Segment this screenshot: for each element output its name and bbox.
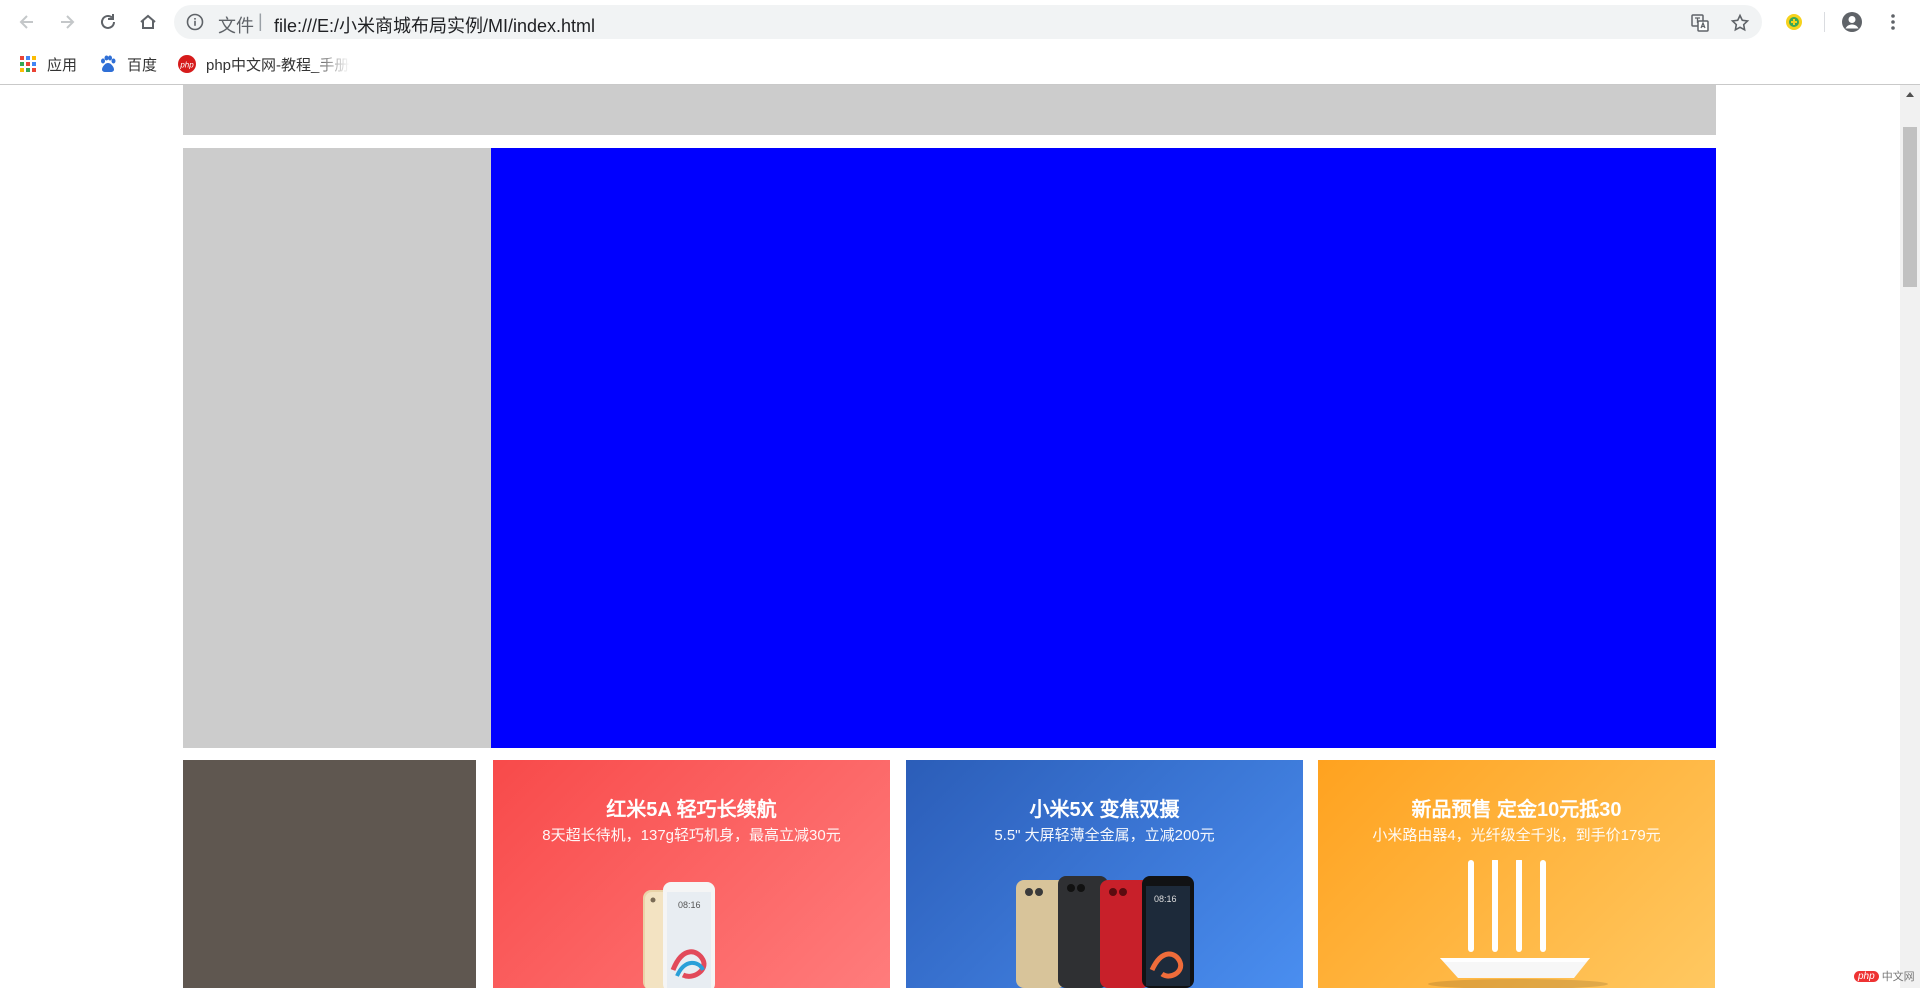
svg-text:08:16: 08:16 [1154, 894, 1177, 904]
extension-button[interactable] [1781, 9, 1807, 35]
url-separator: | [258, 11, 263, 31]
svg-text:08:16: 08:16 [678, 900, 701, 910]
promo-title: 红米5A 轻巧长续航 [606, 799, 777, 821]
svg-text:php: php [179, 61, 194, 70]
phones-image-icon: 08:16 [1016, 876, 1194, 988]
bookmark-overflow-fade [310, 52, 350, 76]
promo-card-redmi-5a[interactable]: 红米5A 轻巧长续航 8天超长待机，137g轻巧机身，最高立减30元 08:16 [493, 760, 890, 988]
watermark-logo: php [1854, 970, 1879, 982]
site-header-placeholder [183, 85, 1716, 135]
scroll-up-arrow-icon[interactable] [1900, 85, 1920, 103]
main-banner-placeholder[interactable] [491, 148, 1716, 748]
back-button[interactable] [11, 6, 43, 38]
star-icon [1730, 13, 1750, 32]
forward-arrow-icon [61, 15, 75, 29]
menu-button[interactable] [1880, 9, 1906, 35]
page-scrollbar[interactable] [1900, 85, 1920, 988]
browser-toolbar: 文件 | file:///E:/小米商城布局实例/MI/index.html [0, 0, 1920, 44]
url-scheme-label: 文件 [218, 16, 254, 36]
baidu-paw-icon [99, 55, 117, 73]
reload-icon [101, 14, 115, 29]
info-icon[interactable] [186, 13, 204, 31]
home-icon [140, 14, 156, 29]
scroll-thumb[interactable] [1903, 127, 1917, 287]
promo-card-router-4[interactable]: 新品预售 定金10元抵30 小米路由器4，光纤级全千兆，到手价179元 [1318, 760, 1715, 988]
forward-button[interactable] [51, 6, 83, 38]
extension-icon [1786, 14, 1802, 30]
watermark-text: 中文网 [1881, 971, 1915, 983]
bookmark-label: 百度 [127, 56, 158, 74]
promo-title: 新品预售 定金10元抵30 [1411, 799, 1622, 821]
translate-button[interactable] [1689, 12, 1711, 34]
bookmark-apps[interactable]: 应用 [19, 52, 77, 76]
bookmark-label: 应用 [47, 56, 78, 74]
reload-button[interactable] [92, 6, 124, 38]
apps-grid-icon [19, 55, 37, 73]
more-vert-icon [1891, 14, 1895, 30]
promo-card-mi-5x[interactable]: 小米5X 变焦双摄 5.5" 大屏轻薄全金属，立减200元 08:16 [906, 760, 1303, 988]
bookmarks-bar: 应用 百度 php php中文网-教程_手册 [0, 44, 1920, 85]
home-button[interactable] [132, 6, 164, 38]
phone-image-icon: 08:16 [643, 882, 715, 988]
back-arrow-icon [19, 15, 33, 29]
page-viewport: 红米5A 轻巧长续航 8天超长待机，137g轻巧机身，最高立减30元 08:16… [0, 85, 1900, 988]
promo-subtitle: 5.5" 大屏轻薄全金属，立减200元 [994, 827, 1215, 844]
router-image-icon [1428, 860, 1608, 988]
php-watermark: php 中文网 [1854, 968, 1915, 984]
profile-button[interactable] [1839, 9, 1865, 35]
sub-nav-box-placeholder [183, 760, 476, 988]
category-sidebar-placeholder [183, 148, 491, 748]
promo-subtitle: 8天超长待机，137g轻巧机身，最高立减30元 [542, 827, 841, 844]
promo-subtitle: 小米路由器4，光纤级全千兆，到手价179元 [1372, 827, 1661, 844]
bookmark-baidu[interactable]: 百度 [99, 52, 157, 76]
url-text[interactable]: file:///E:/小米商城布局实例/MI/index.html [274, 12, 595, 38]
promo-title: 小米5X 变焦双摄 [1029, 799, 1180, 821]
php-logo-icon: php [178, 55, 196, 73]
translate-icon [1691, 14, 1709, 32]
address-bar[interactable]: 文件 | file:///E:/小米商城布局实例/MI/index.html [174, 5, 1762, 39]
account-circle-icon [1842, 12, 1862, 32]
toolbar-divider [1824, 12, 1825, 32]
bookmark-star-button[interactable] [1729, 12, 1751, 34]
